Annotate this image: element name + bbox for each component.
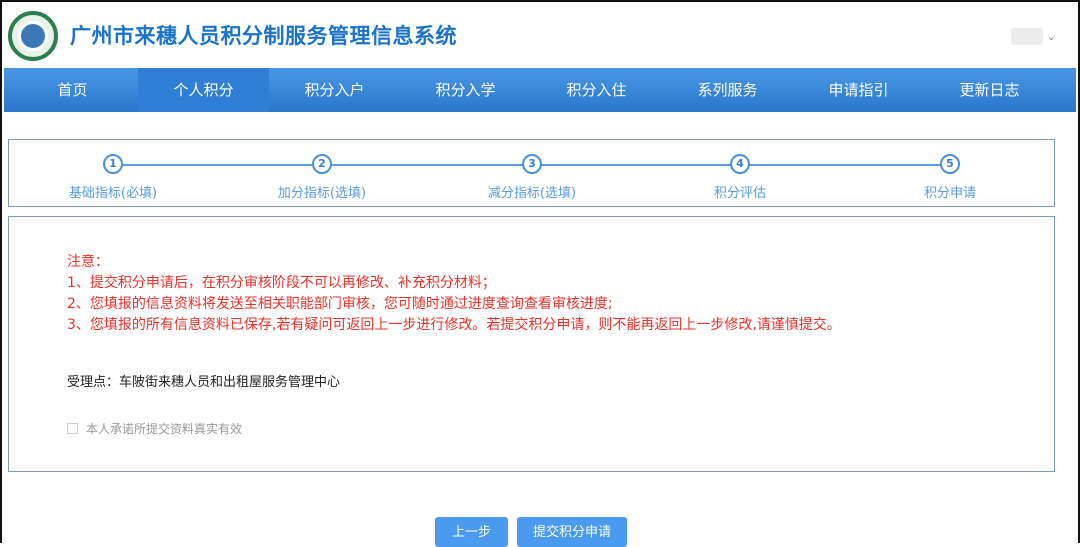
nav-changelog[interactable]: 更新日志 (924, 68, 1055, 112)
content-panel: 注意： 1、提交积分申请后，在积分审核阶段不可以再修改、补充积分材料； 2、您填… (8, 216, 1055, 472)
step-2: 2 加分指标(选填) (242, 154, 402, 201)
nav-personal-points[interactable]: 个人积分 (138, 68, 269, 112)
step-5: 5 积分申请 (870, 154, 1030, 201)
header: 广州市来穗人员积分制服务管理信息系统 ⌄ (2, 2, 1078, 68)
main-nav: 首页 个人积分 积分入户 积分入学 积分入住 系列服务 申请指引 更新日志 (4, 68, 1076, 112)
step-3: 3 减分指标(选填) (452, 154, 612, 201)
logo (8, 11, 58, 61)
step-1: 1 基础指标(必填) (33, 154, 193, 201)
agree-label: 本人承诺所提交资料真实有效 (86, 422, 243, 436)
user-menu[interactable]: ⌄ (1010, 28, 1056, 45)
acceptance-point: 受理点：车陂街来穗人员和出租屋服务管理中心 (67, 375, 341, 390)
nav-points-school[interactable]: 积分入学 (400, 68, 531, 112)
notice-title: 注意： (67, 254, 109, 270)
notice-item: 2、您填报的信息资料将发送至相关职能部门审核，您可随时通过进度查询查看审核进度; (67, 296, 613, 312)
step-indicator: 1 基础指标(必填) 2 加分指标(选填) 3 减分指标(选填) 4 积分评估 5 积分申… (8, 139, 1055, 207)
notice-item: 3、您填报的所有信息资料已保存,若有疑问可返回上一步进行修改。若提交积分申请，则… (67, 317, 841, 333)
agree-checkbox-row[interactable]: 本人承诺所提交资料真实有效 (67, 420, 242, 437)
page-title: 广州市来穗人员积分制服务管理信息系统 (70, 24, 457, 48)
nav-guide[interactable]: 申请指引 (793, 68, 924, 112)
nav-points-housing[interactable]: 积分入住 (531, 68, 662, 112)
nav-home[interactable]: 首页 (7, 68, 138, 112)
user-name-blurred (1010, 28, 1043, 45)
nav-services[interactable]: 系列服务 (662, 68, 793, 112)
agree-checkbox[interactable] (67, 423, 78, 434)
step-4: 4 积分评估 (660, 154, 820, 201)
chevron-down-icon: ⌄ (1046, 30, 1056, 43)
notice: 注意： 1、提交积分申请后，在积分审核阶段不可以再修改、补充积分材料； 2、您填… (67, 252, 841, 336)
nav-points-hukou[interactable]: 积分入户 (269, 68, 400, 112)
notice-item: 1、提交积分申请后，在积分审核阶段不可以再修改、补充积分材料； (67, 275, 496, 291)
